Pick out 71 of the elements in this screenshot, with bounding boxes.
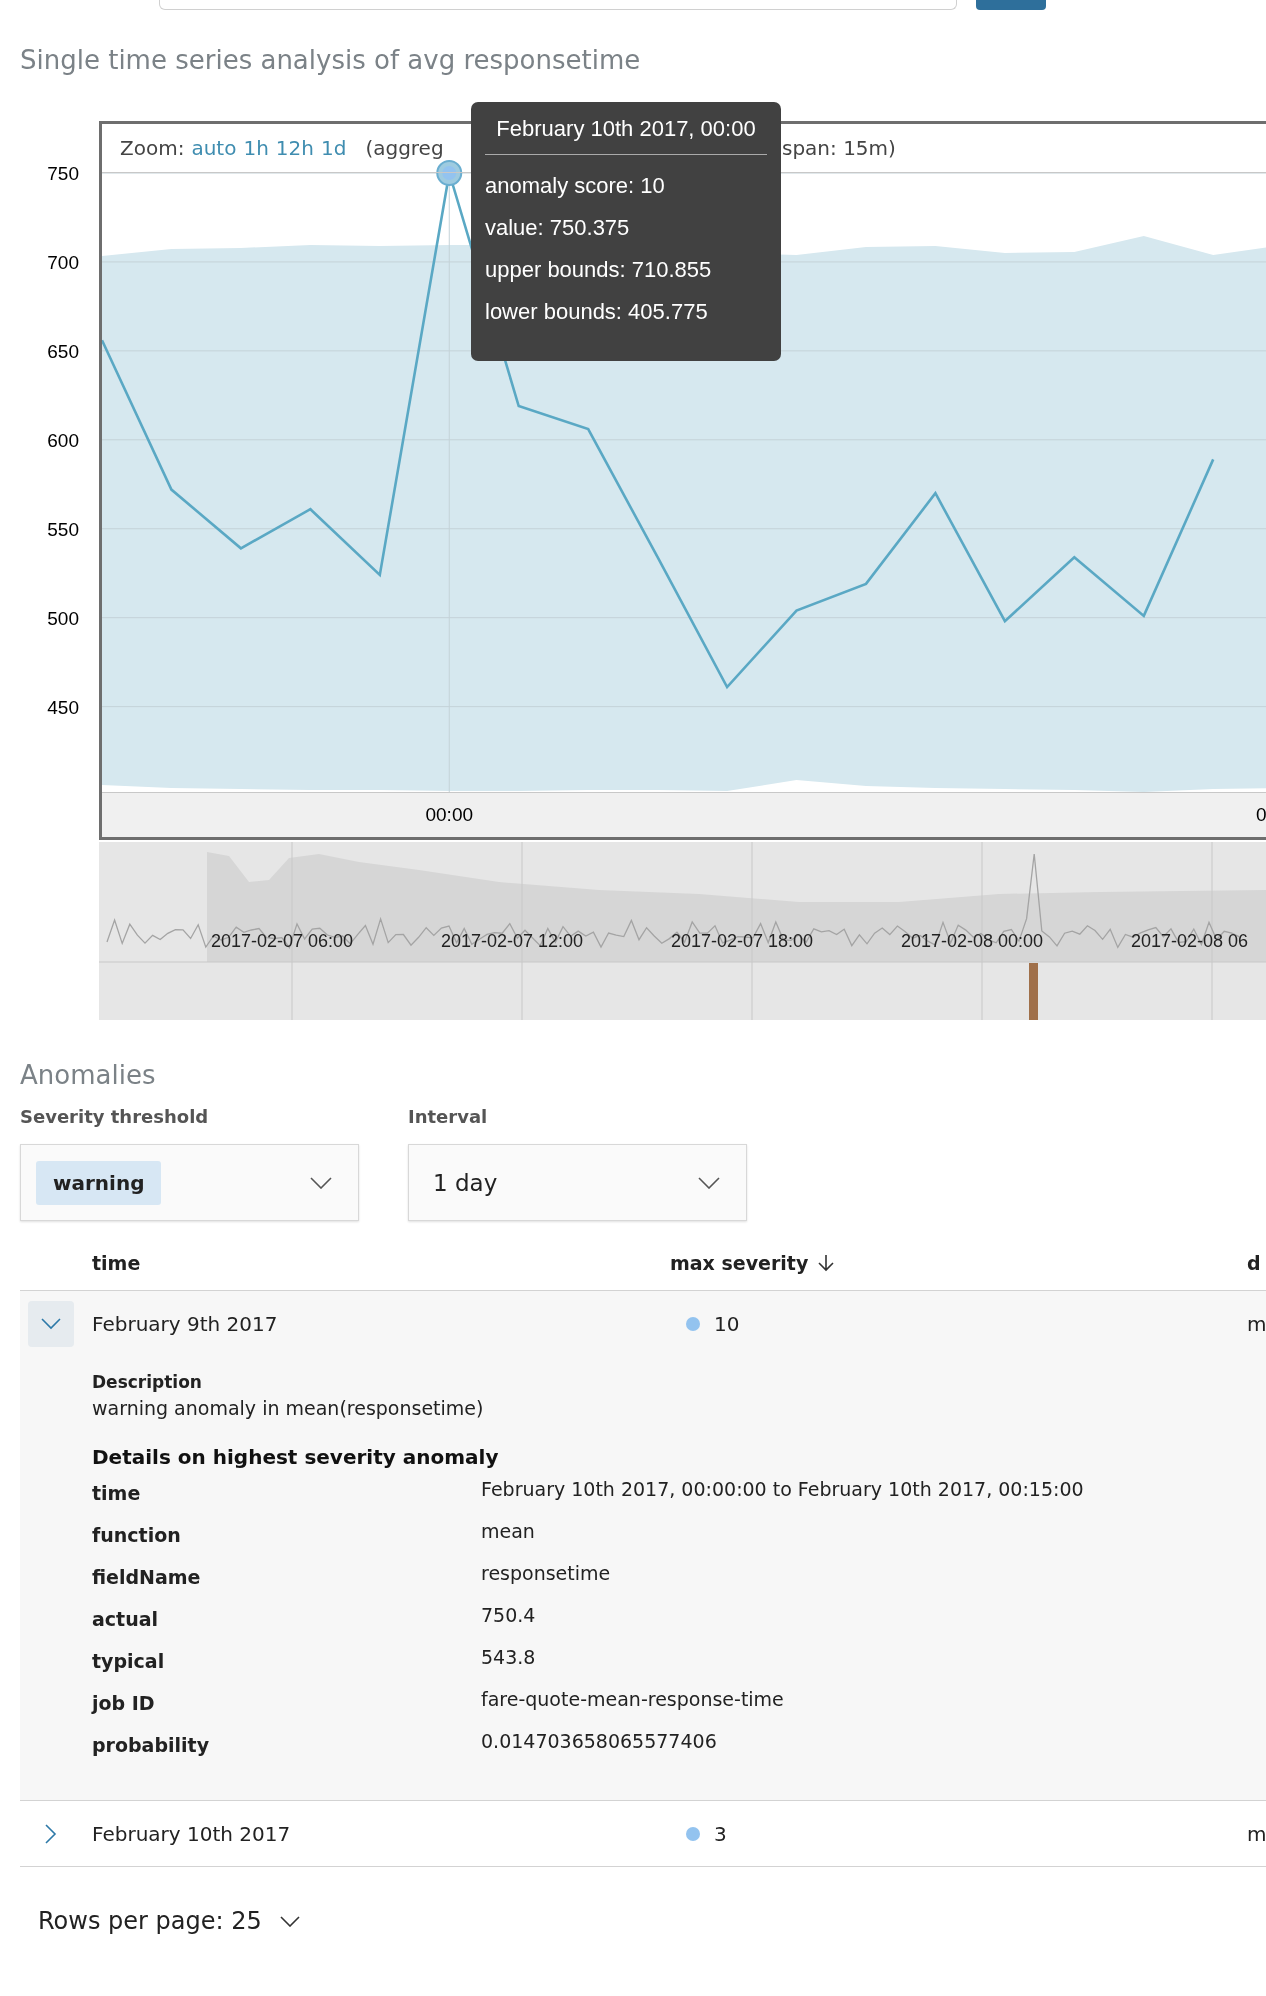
overview-axis-label: 2017-02-08 00:00 (901, 931, 1044, 952)
chevron-right-icon (45, 1823, 57, 1844)
field-value: 543.8 (481, 1646, 536, 1668)
anomaly-marker (1029, 963, 1038, 1020)
zoom-link[interactable]: 1h (243, 136, 269, 160)
details-label: Description (92, 1371, 203, 1394)
field-value: February 10th 2017, 00:00:00 to February 10th 2017, 00:15:00 (481, 1478, 1084, 1500)
severity-tag: warning (36, 1160, 162, 1205)
overview-axis-label: 2017-02-08 06 (1131, 931, 1249, 952)
anomaly-marker[interactable] (436, 160, 463, 186)
field-value: 750.4 (481, 1604, 536, 1626)
table-cell: 10 (714, 1311, 740, 1336)
field-name: job ID (92, 1692, 156, 1714)
table-cell: February 9th 2017 (92, 1311, 278, 1336)
zoom-link[interactable]: 12h (275, 136, 314, 160)
table-cell: February 10th 2017 (92, 1821, 291, 1846)
chevron-down-icon (279, 1915, 300, 1927)
zoom-link[interactable]: 1d (320, 136, 347, 160)
table-cell: 3 (714, 1821, 727, 1846)
overview-axis-label: 2017-02-07 12:00 (441, 931, 584, 952)
section-title: Anomalies (20, 1059, 157, 1092)
overview-axis-label: 2017-02-07 18:00 (671, 931, 814, 952)
sort-down-icon (818, 1253, 835, 1272)
tooltip-line: lower bounds: 405.775 (485, 298, 709, 326)
tooltip-line: anomaly score: 10 (485, 172, 666, 200)
table-cell: m (1247, 1821, 1266, 1846)
field-name: function (92, 1524, 182, 1546)
chevron-down-icon (310, 1176, 332, 1189)
field-name: fieldName (92, 1566, 202, 1588)
page-title: Single time series analysis of avg responsetime (20, 44, 642, 77)
expand-button[interactable] (28, 1300, 74, 1347)
table-cell: m (1247, 1311, 1266, 1336)
interval-value: 1 day (432, 1169, 498, 1196)
zoom-label: Zoom: (120, 136, 185, 160)
y-axis-label: 700 (47, 251, 79, 273)
x-axis-label: 0 (1256, 804, 1266, 825)
search-field[interactable] (159, 0, 957, 10)
chevron-down-icon (698, 1176, 720, 1189)
tooltip-title: February 10th 2017, 00:00 (485, 114, 767, 155)
field-value: mean (481, 1520, 535, 1542)
field-label: Interval (408, 1105, 489, 1129)
interval-select[interactable]: 1 day (408, 1144, 747, 1221)
x-axis-label: 00:00 (425, 804, 473, 825)
column-header[interactable]: max severity (670, 1251, 835, 1274)
tooltip-line: upper bounds: 710.855 (485, 256, 713, 284)
aggregation-note: (aggreg (365, 136, 444, 160)
description-text: warning anomaly in mean(responsetime) (92, 1396, 485, 1421)
severity-select[interactable]: warning (20, 1144, 359, 1221)
column-header[interactable]: time (92, 1251, 141, 1274)
field-value: 0.014703658065577406 (481, 1730, 717, 1752)
column-header[interactable]: d (1247, 1251, 1261, 1274)
chevron-down-icon (41, 1317, 61, 1330)
y-axis-label: 500 (47, 607, 79, 629)
y-axis-label: 600 (47, 429, 79, 451)
field-value: fare-quote-mean-response-time (481, 1688, 784, 1710)
field-label: Severity threshold (20, 1105, 210, 1129)
field-name: typical (92, 1650, 166, 1672)
zoom-link[interactable]: auto (191, 136, 237, 160)
overview-axis-label: 2017-02-07 06:00 (211, 931, 354, 952)
tooltip-line: value: 750.375 (485, 214, 631, 242)
y-axis-label: 450 (47, 696, 79, 718)
y-axis-label: 750 (47, 163, 79, 184)
field-name: actual (92, 1608, 160, 1630)
y-axis-label: 550 (47, 518, 79, 540)
details-heading: Details on highest severity anomaly (92, 1444, 500, 1471)
field-value: responsetime (481, 1562, 611, 1584)
rows-per-page-select[interactable]: Rows per page: 25 (38, 1907, 300, 1935)
field-name: time (92, 1482, 142, 1504)
aggregation-note: span: 15m) (782, 136, 896, 160)
field-name: probability (92, 1734, 211, 1756)
y-axis-label: 650 (47, 340, 79, 362)
